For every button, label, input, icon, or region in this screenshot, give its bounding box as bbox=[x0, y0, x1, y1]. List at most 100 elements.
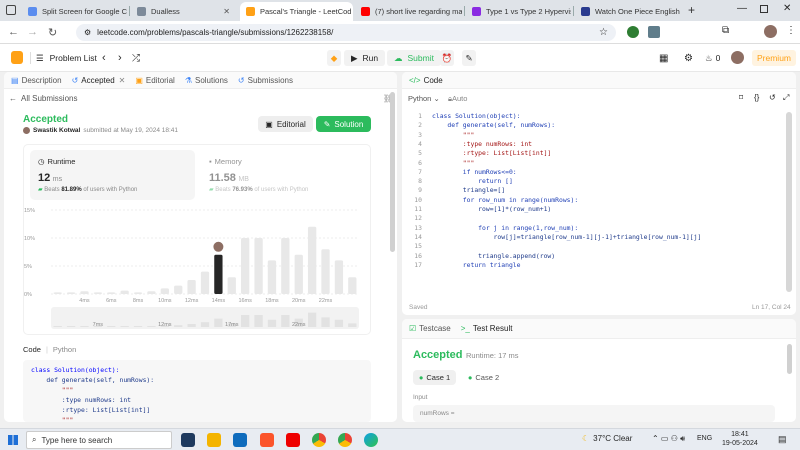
tab-submissions[interactable]: ↺ Submissions bbox=[233, 76, 298, 85]
bookmark-icon[interactable]: ⌑ bbox=[739, 93, 743, 102]
case-1-tab[interactable]: ● Case 1 bbox=[413, 370, 456, 385]
extension-icon[interactable] bbox=[627, 26, 639, 38]
reload-icon[interactable]: ↻ bbox=[48, 26, 57, 39]
runtime-card[interactable]: ◷ Runtime 12 ms ▰ Beats 81.89% of users w… bbox=[30, 150, 195, 200]
browser-tab[interactable]: Watch One Piece English S✕ bbox=[575, 2, 682, 21]
tab-test-result[interactable]: >_ Test Result bbox=[456, 324, 518, 333]
browser-tab[interactable]: Dualless ✕ bbox=[131, 2, 236, 21]
file-explorer-icon[interactable] bbox=[207, 433, 221, 447]
submitted-code-block[interactable]: class Solution(object): def generate(sel… bbox=[23, 360, 371, 422]
language-indicator[interactable]: ENG bbox=[697, 435, 712, 442]
browser-tab[interactable]: (7) short live regarding ma✕ bbox=[355, 2, 462, 21]
runtime-distribution-chart[interactable]: 15% 10% 5% 0% 4ms 6ms 8ms 10ms 12ms 14ms 16ms 18ms 2… bbox=[23, 202, 371, 332]
editor-scrollbar[interactable] bbox=[786, 112, 792, 292]
minimize-button[interactable]: — bbox=[737, 3, 747, 14]
browser-tab[interactable]: Split Screen for Google Ch✕ bbox=[22, 2, 127, 21]
left-scrollbar[interactable] bbox=[390, 92, 395, 252]
code-line: for j in range(1,row_num): bbox=[432, 223, 579, 232]
site-info-icon[interactable]: ⚙ bbox=[84, 28, 91, 37]
tab-accepted[interactable]: ↺ Accepted ✕ bbox=[67, 76, 131, 85]
prev-problem-icon[interactable]: ‹ bbox=[102, 50, 106, 66]
extensions-puzzle-icon[interactable]: ⧉ bbox=[722, 25, 729, 36]
run-button[interactable]: ▶ Run bbox=[344, 50, 386, 66]
close-window-button[interactable]: ✕ bbox=[783, 3, 791, 14]
close-icon[interactable]: ✕ bbox=[219, 7, 230, 16]
alarm-icon[interactable]: ⏰ bbox=[440, 50, 454, 66]
overview-tick-label: 12ms bbox=[158, 322, 172, 328]
back-icon[interactable]: ← bbox=[8, 26, 19, 38]
code-area[interactable]: 1 class Solution(object): 2 def generate(s… bbox=[402, 109, 796, 274]
mail-icon[interactable] bbox=[233, 433, 247, 447]
code-text: :type numRows: int bbox=[31, 396, 132, 404]
layout-icon[interactable]: ▦ bbox=[659, 50, 668, 66]
run-label: Run bbox=[362, 53, 379, 63]
bar bbox=[174, 285, 183, 294]
maximize-button[interactable] bbox=[760, 5, 768, 13]
profile-avatar[interactable] bbox=[764, 25, 777, 38]
browser-menu-icon[interactable]: ⋮ bbox=[786, 25, 796, 36]
leetcode-logo[interactable] bbox=[11, 51, 23, 64]
edge-icon[interactable] bbox=[364, 433, 378, 447]
code-line: :type numRows: int bbox=[31, 396, 131, 405]
user-avatar[interactable] bbox=[731, 51, 744, 64]
chrome-icon[interactable] bbox=[338, 433, 352, 447]
notifications-icon[interactable]: ▤ bbox=[778, 434, 787, 445]
case-2-tab[interactable]: ● Case 2 bbox=[462, 370, 505, 385]
beats-suffix: of users with Python bbox=[83, 187, 138, 193]
start-windows-icon[interactable] bbox=[8, 435, 18, 445]
youtube-icon[interactable] bbox=[286, 433, 300, 447]
extension-icon[interactable] bbox=[648, 26, 660, 38]
tab-solutions[interactable]: ⚗ Solutions bbox=[180, 76, 233, 85]
bookmark-star-icon[interactable]: ☆ bbox=[599, 27, 608, 38]
chrome-icon[interactable] bbox=[312, 433, 326, 447]
close-icon[interactable]: ✕ bbox=[351, 7, 353, 16]
tab-description[interactable]: ▤ Description bbox=[4, 76, 67, 85]
close-icon[interactable]: ✕ bbox=[119, 76, 126, 85]
tray-icons[interactable]: ⌃ ▭ ⚇ 🔊︎ bbox=[652, 434, 685, 444]
bar bbox=[227, 277, 236, 294]
clock-date: 19-05-2024 bbox=[722, 440, 758, 447]
reset-icon[interactable]: ↺ bbox=[769, 93, 776, 102]
bar bbox=[187, 280, 196, 294]
y-tick-label: 0% bbox=[24, 292, 32, 298]
solution-button[interactable]: ✎ Solution bbox=[316, 116, 371, 132]
test-scrollbar[interactable] bbox=[787, 344, 792, 374]
next-problem-icon[interactable]: › bbox=[118, 50, 122, 66]
premium-button[interactable]: Premium bbox=[752, 50, 797, 66]
tab-code[interactable]: </> Code bbox=[402, 76, 448, 85]
taskbar-search-box[interactable]: ⌕ Type here to search bbox=[26, 431, 172, 449]
language-select[interactable]: Python ⌄ bbox=[408, 94, 440, 103]
code-line: """ bbox=[432, 130, 475, 139]
tab-editorial[interactable]: ▣ Editorial bbox=[130, 76, 179, 85]
url-bar[interactable]: ⚙ leetcode.com/problems/pascals-triangle… bbox=[76, 24, 616, 41]
overview-bar bbox=[334, 319, 344, 327]
forward-icon[interactable]: → bbox=[27, 26, 38, 38]
code-brackets-icon: </> bbox=[409, 75, 421, 85]
notes-icon[interactable]: ✎ bbox=[462, 50, 476, 66]
clock-icon: ◷ bbox=[38, 157, 45, 166]
editorial-button[interactable]: ▣ Editorial bbox=[258, 116, 313, 132]
all-submissions-link[interactable]: ← All Submissions bbox=[9, 94, 77, 103]
tab-search-icon[interactable] bbox=[6, 5, 16, 15]
weather-widget[interactable]: ☾ 37°C Clear bbox=[582, 434, 632, 443]
debug-icon[interactable]: ◆ bbox=[327, 50, 341, 66]
braces-icon[interactable]: {} bbox=[754, 93, 759, 102]
author-line: Swastik Kotwal submitted at May 19, 2024… bbox=[23, 127, 178, 134]
streak-button[interactable]: ♨ 0 bbox=[705, 50, 720, 66]
clock[interactable]: 18:41 19-05-2024 bbox=[722, 430, 758, 448]
auto-mode[interactable]: 🔒︎Auto bbox=[448, 94, 467, 104]
problem-list-button[interactable]: ☰ Problem List bbox=[36, 50, 97, 66]
username[interactable]: Swastik Kotwal bbox=[33, 127, 80, 134]
fullscreen-icon[interactable]: ⤢ bbox=[783, 93, 789, 103]
submit-button[interactable]: ☁ Submit bbox=[387, 50, 441, 66]
brave-icon[interactable] bbox=[260, 433, 274, 447]
windows-taskbar: ⌕ Type here to search ☾ 37°C Clear ⌃ ▭ ⚇ 🔊… bbox=[0, 428, 800, 450]
browser-tab[interactable]: Type 1 vs Type 2 Hypervis✕ bbox=[466, 2, 571, 21]
tab-testcase[interactable]: ☑ Testcase bbox=[402, 324, 456, 333]
task-view-icon[interactable] bbox=[181, 433, 195, 447]
settings-gear-icon[interactable]: ⚙ bbox=[684, 50, 693, 66]
browser-tab-active[interactable]: Pascal's Triangle - LeetCod✕ bbox=[240, 2, 353, 21]
memory-card[interactable]: ▪ Memory 11.58 MB ▰ Beats 76.93% of users… bbox=[201, 150, 366, 200]
new-tab-button[interactable]: + bbox=[688, 3, 695, 17]
shuffle-icon[interactable]: ⤮ bbox=[132, 50, 140, 66]
